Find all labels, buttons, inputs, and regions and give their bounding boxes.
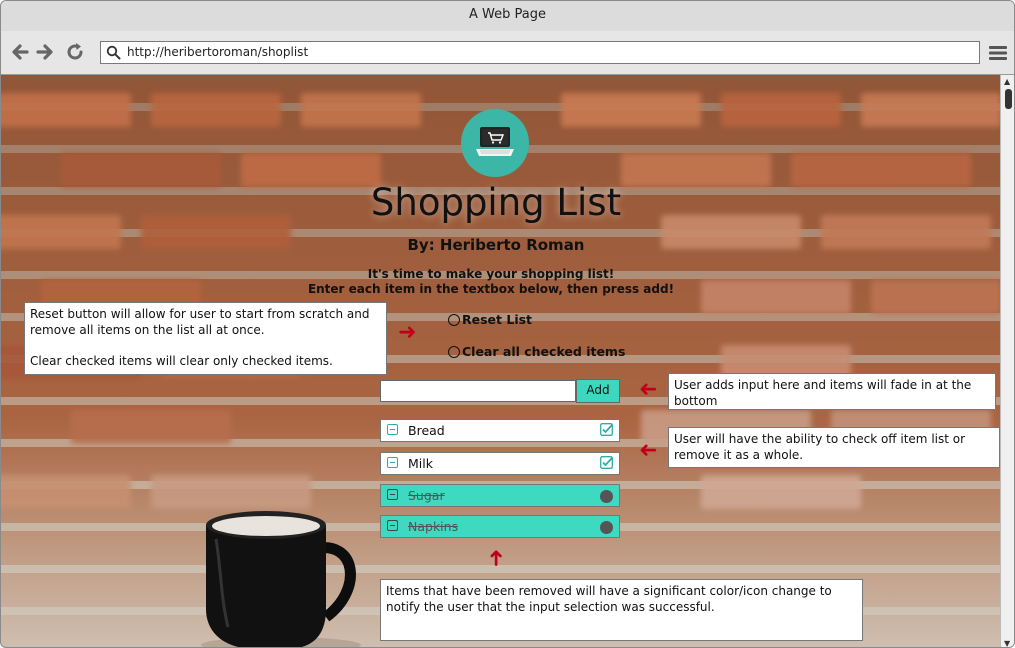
note-reset-text: Reset button will allow for user to star…: [30, 307, 370, 337]
window-title: A Web Page: [469, 7, 546, 22]
reset-radio[interactable]: [448, 314, 460, 326]
note-clear-text: Clear checked items will clear only chec…: [30, 354, 333, 368]
back-arrow-icon[interactable]: [9, 41, 31, 63]
address-bar[interactable]: http://heribertoroman/shoplist: [100, 41, 980, 64]
checkbox-checked-icon[interactable]: [600, 456, 613, 469]
remove-icon[interactable]: [387, 424, 398, 435]
arrow-up-icon: ➜: [484, 548, 510, 568]
list-item: Milk: [380, 452, 620, 475]
add-button[interactable]: Add: [576, 379, 620, 403]
reset-list-label: Reset List: [462, 312, 533, 327]
item-label: Bread: [408, 423, 445, 438]
note-reset: Reset button will allow for user to star…: [24, 302, 387, 375]
item-label: Milk: [408, 456, 433, 471]
note-input: User adds input here and items will fade…: [668, 373, 996, 410]
removed-dot-icon: [600, 490, 613, 503]
list-item: Napkins: [380, 515, 620, 538]
clear-checked-option[interactable]: Clear all checked items: [448, 344, 625, 359]
list-item: Bread: [380, 419, 620, 442]
item-label: Sugar: [408, 488, 445, 503]
intro-line-2: Enter each item in the textbox below, th…: [307, 282, 675, 296]
remove-icon[interactable]: [387, 489, 398, 500]
window-titlebar: A Web Page: [1, 1, 1014, 32]
remove-icon[interactable]: [387, 457, 398, 468]
address-url: http://heribertoroman/shoplist: [127, 45, 309, 59]
page-intro: It's time to make your shopping list! En…: [1, 267, 981, 297]
hamburger-menu-icon[interactable]: [989, 45, 1007, 61]
scroll-down-icon[interactable]: ▼: [1004, 639, 1010, 647]
list-item: Sugar: [380, 484, 620, 507]
arrow-left-icon: ➜: [639, 438, 658, 463]
checkbox-checked-icon[interactable]: [600, 423, 613, 436]
note-check: User will have the ability to check off …: [668, 427, 1000, 468]
shopping-cart-laptop-icon: [461, 109, 529, 177]
removed-dot-icon: [600, 521, 613, 534]
forward-arrow-icon[interactable]: [34, 41, 56, 63]
arrow-right-icon: ➜: [398, 320, 417, 345]
item-label: Napkins: [408, 519, 459, 534]
coffee-mug-image: [201, 511, 361, 647]
reload-icon[interactable]: [64, 41, 86, 63]
remove-icon[interactable]: [387, 520, 398, 531]
search-icon: [106, 45, 121, 60]
item-input[interactable]: [380, 380, 576, 402]
note-removed: Items that have been removed will have a…: [380, 579, 863, 641]
arrow-left-icon: ➜: [639, 377, 658, 402]
vertical-scrollbar[interactable]: ▲ ▼: [1000, 75, 1014, 647]
clear-radio[interactable]: [448, 346, 460, 358]
page-title: Shopping List: [370, 181, 622, 224]
page-byline: By: Heriberto Roman: [407, 236, 585, 254]
scroll-up-icon[interactable]: ▲: [1004, 77, 1010, 86]
intro-line-1: It's time to make your shopping list!: [367, 267, 615, 281]
scrollbar-thumb[interactable]: [1005, 89, 1012, 109]
browser-toolbar: http://heribertoroman/shoplist: [1, 31, 1014, 75]
browser-window: A Web Page http://heribertoroman/shoplis…: [0, 0, 1015, 648]
clear-checked-label: Clear all checked items: [462, 344, 626, 359]
reset-list-option[interactable]: Reset List: [448, 312, 532, 327]
